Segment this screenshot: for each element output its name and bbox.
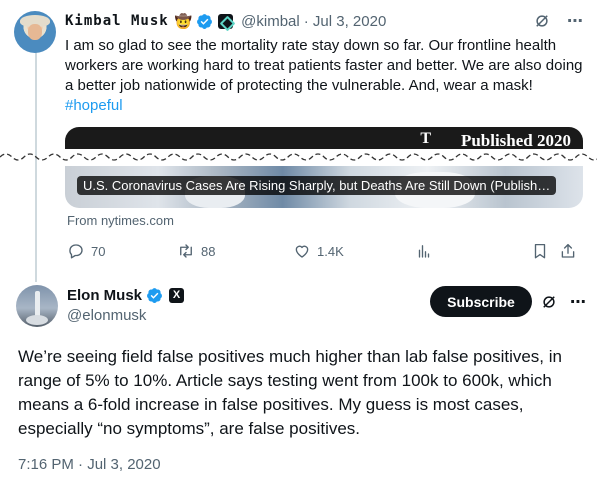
link-card-title: U.S. Coronavirus Cases Are Rising Sharpl…	[77, 176, 557, 195]
subscribe-button[interactable]: Subscribe	[430, 286, 532, 317]
tweet-timestamp[interactable]: 7:16 PM · Jul 3, 2020	[18, 456, 161, 473]
like-count: 1.4K	[317, 243, 344, 259]
cowboy-hat-emoji: 🤠	[174, 12, 193, 29]
verified-badge-icon	[197, 13, 213, 29]
x-affiliate-badge-icon: X	[169, 288, 185, 303]
link-card-image-top[interactable]: T Published 2020	[65, 127, 583, 149]
grok-icon[interactable]	[533, 12, 551, 30]
link-card-source[interactable]: From nytimes.com	[67, 213, 174, 228]
author-handle[interactable]: @elonmusk	[67, 307, 146, 324]
affiliate-badge-icon	[218, 13, 234, 29]
tweet-date[interactable]: · Jul 3, 2020	[304, 13, 387, 30]
heart-icon	[295, 245, 309, 258]
author-name[interactable]: Kimbal Musk	[65, 13, 169, 29]
bookmark-button[interactable]	[531, 242, 559, 260]
avatar[interactable]	[16, 285, 58, 327]
tweet-header-actions: ⋯	[533, 11, 583, 31]
verified-badge-icon	[147, 288, 162, 303]
retweet-count: 88	[201, 243, 216, 259]
screenshot-cut-divider	[0, 153, 597, 161]
avatar-face	[28, 24, 42, 40]
author-name[interactable]: Elon Musk	[67, 287, 142, 304]
tweet-action-bar: 70 88 1.4K	[67, 241, 585, 261]
link-card-image-bottom[interactable]: U.S. Coronavirus Cases Are Rising Sharpl…	[65, 166, 583, 208]
more-options-icon[interactable]: ⋯	[567, 11, 583, 31]
retweet-button[interactable]: 88	[177, 242, 293, 260]
reply-button[interactable]: 70	[67, 242, 177, 260]
retweet-icon	[180, 244, 192, 258]
tweet-header-actions: ⋯	[540, 292, 586, 312]
reply-count: 70	[91, 243, 106, 259]
author-name-row: Elon Musk X	[67, 287, 185, 304]
share-icon	[561, 243, 575, 258]
like-button[interactable]: 1.4K	[293, 242, 415, 260]
bookmark-icon	[534, 243, 546, 259]
share-button[interactable]	[559, 242, 577, 260]
views-chart-icon	[418, 245, 430, 258]
tweet-header: Kimbal Musk 🤠 @kimbal · Jul 3, 2020 ⋯	[65, 11, 583, 31]
tweet-body: I am so glad to see the mortality rate s…	[65, 37, 583, 94]
avatar-smoke	[26, 315, 48, 325]
author-handle[interactable]: @kimbal	[241, 13, 300, 30]
tweet-text: We’re seeing field false positives much …	[18, 347, 562, 438]
avatar[interactable]	[14, 11, 56, 53]
views-button[interactable]	[415, 242, 531, 260]
reply-icon	[69, 244, 83, 259]
hashtag-link[interactable]: #hopeful	[65, 97, 123, 114]
tweet-text: I am so glad to see the mortality rate s…	[65, 36, 585, 116]
image-overlay-text: Published 2020	[460, 131, 571, 149]
nyt-logo: T	[420, 130, 431, 147]
thread-connector-line	[35, 52, 37, 282]
more-options-icon[interactable]: ⋯	[570, 292, 586, 312]
grok-icon[interactable]	[540, 293, 558, 311]
